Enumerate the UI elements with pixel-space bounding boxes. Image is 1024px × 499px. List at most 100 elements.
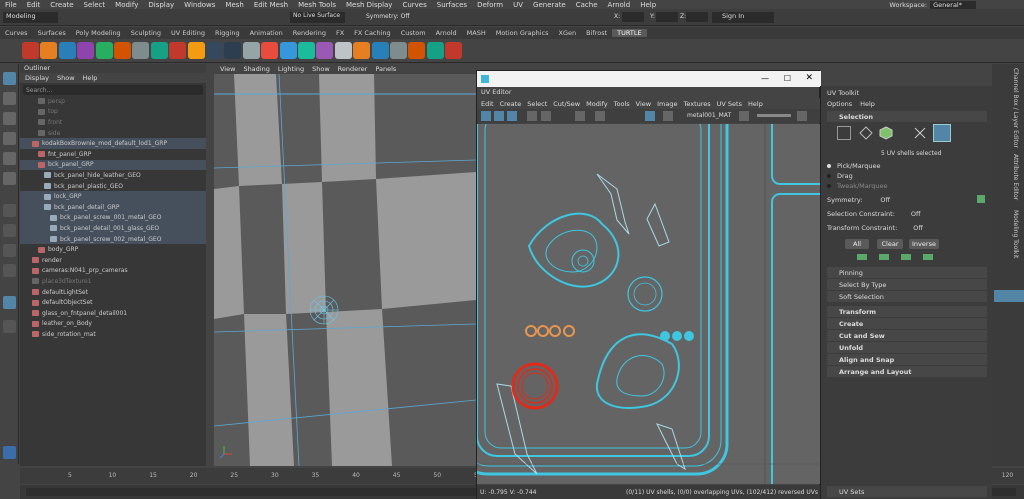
uv-toolkit-menu-help[interactable]: Help [860,100,875,108]
shelf-tool-icon[interactable] [40,42,58,59]
channel-box-tab[interactable]: Channel Box / Layer Editor [1012,68,1019,148]
uv-menu-image[interactable]: Image [657,100,677,108]
shelf-tab-bifrost[interactable]: Bifrost [581,29,612,37]
selection-header[interactable]: Selection [827,111,987,122]
lasso-tool-icon[interactable] [3,92,16,105]
layout-outliner-icon[interactable] [3,264,16,277]
toggle-filtered-icon[interactable] [739,111,749,121]
cut-and-sew-section[interactable]: Cut and Sew [827,330,987,341]
menu-cache[interactable]: Cache [571,1,603,9]
shelf-tab-arnold[interactable]: Arnold [431,29,462,37]
uv-menu-tools[interactable]: Tools [614,100,630,108]
select-all-button[interactable]: All [845,239,869,249]
layout-uv-icon[interactable] [3,296,16,309]
mode-tweak-marquee[interactable]: Tweak/Marquee [827,182,888,190]
create-section[interactable]: Create [827,318,987,329]
shelf-tab-custom[interactable]: Custom [396,29,431,37]
outliner-row[interactable]: defaultObjectSet [20,297,206,308]
align-and-snap-section[interactable]: Align and Snap [827,354,987,365]
paint-select-icon[interactable] [3,112,16,125]
outliner-row[interactable]: defaultLightSet [20,287,206,298]
minimize-icon[interactable]: — [761,74,769,83]
viewport-menu-show[interactable]: Show [312,65,330,73]
z-field[interactable] [686,12,708,22]
shrink-selection-icon[interactable] [879,254,889,260]
menu-windows[interactable]: Windows [179,1,220,9]
modeling-toolkit-tab[interactable]: Modeling Toolkit [1012,210,1019,258]
select-face-icon[interactable] [879,126,893,140]
shelf-tab-motion-graphics[interactable]: Motion Graphics [491,29,554,37]
outliner-row[interactable]: bck_panel_GRP [20,159,206,171]
shelf-tab-sculpting[interactable]: Sculpting [126,29,166,37]
menu-create[interactable]: Create [45,1,78,9]
outliner-row[interactable]: bck_panel_detail_GRP [20,202,206,213]
distortion-toggle-icon[interactable] [541,111,551,121]
arrange-and-layout-section[interactable]: Arrange and Layout [827,366,987,377]
shelf-tab-rendering[interactable]: Rendering [288,29,331,37]
checker-toggle-icon[interactable] [507,111,517,121]
close-icon[interactable]: ✕ [805,73,813,83]
shelf-tool-icon[interactable] [371,42,389,59]
outliner-row[interactable]: front [20,117,206,128]
grow-selection-icon[interactable] [857,254,867,260]
mode-pick-marquee[interactable]: Pick/Marquee [827,162,881,170]
shelf-tool-icon[interactable] [224,42,242,59]
toolbar-more-icon[interactable] [797,111,807,121]
menu-edit-mesh[interactable]: Edit Mesh [249,1,293,9]
outliner-row[interactable]: leather_on_Body [20,319,206,330]
shelf-tab-surfaces[interactable]: Surfaces [33,29,71,37]
uv-menu-edit[interactable]: Edit [481,100,494,108]
exposure-icon[interactable] [575,111,585,121]
uv-toolkit-menu-options[interactable]: Options [827,100,852,108]
grid-toggle-icon[interactable] [481,111,491,121]
shelf-tab-turtle[interactable]: TURTLE [612,29,647,37]
menu-modify[interactable]: Modify [110,1,143,9]
clear-selection-button[interactable]: Clear [877,239,903,249]
outliner-row[interactable]: bck_panel_detail_001_glass_GEO [20,223,206,234]
shelf-tool-icon[interactable] [445,42,463,59]
uv-menu-cut-sew[interactable]: Cut/Sew [553,100,580,108]
menu-display[interactable]: Display [143,1,179,9]
outliner-row[interactable]: render [20,255,206,266]
uv-sets-section[interactable]: UV Sets [827,486,987,497]
shelf-tool-icon[interactable] [298,42,315,59]
uv-menu-create[interactable]: Create [500,100,522,108]
material-dropdown[interactable]: metal001_MAT [687,112,731,119]
layout-four-icon[interactable] [3,224,16,237]
workspace-value[interactable]: General* [930,0,976,9]
uv-menu-modify[interactable]: Modify [586,100,608,108]
shelf-tool-icon[interactable] [334,42,352,59]
shelf-tool-icon[interactable] [132,42,150,59]
shelf-tool-icon[interactable] [426,42,444,59]
select-shell-icon[interactable] [933,124,951,142]
texture-list-icon[interactable] [663,111,673,121]
outliner-row[interactable]: side [20,128,206,139]
shelf-tool-icon[interactable] [206,42,223,59]
menu-help[interactable]: Help [635,1,661,9]
outliner-menu-display[interactable]: Display [25,74,49,82]
outliner-row[interactable]: fnt_panel_GRP [20,149,206,160]
outliner-row[interactable]: cameras:N041_prp_cameras [20,266,206,277]
outliner-row[interactable]: top [20,107,206,118]
shelf-tab-fx-caching[interactable]: FX Caching [349,29,396,37]
selection-constraint-value[interactable]: Off [911,210,921,218]
select-tool-icon[interactable] [3,72,16,85]
mode-drag[interactable]: Drag [827,172,853,180]
select-border-icon[interactable] [901,254,911,260]
viewport-menu-renderer[interactable]: Renderer [338,65,368,73]
y-field[interactable] [656,12,678,22]
select-edge-icon[interactable] [859,126,873,140]
outliner-row[interactable]: bck_panel_plastic_GEO [20,181,206,192]
soft-selection-section[interactable]: Soft Selection [827,291,987,302]
shelf-tab-xgen[interactable]: XGen [554,29,582,37]
opacity-slider[interactable] [757,114,791,117]
shelf-tool-icon[interactable] [279,42,297,59]
viewport-menu-view[interactable]: View [220,65,235,73]
shelf-tab-uv-editing[interactable]: UV Editing [166,29,210,37]
menu-curves[interactable]: Curves [397,1,431,9]
transform-section[interactable]: Transform [827,306,987,317]
pinning-section[interactable]: Pinning [827,267,987,278]
zoom-icon[interactable] [3,320,16,333]
workspace-selector[interactable]: Workspace: General* [889,0,976,9]
menu-select[interactable]: Select [79,1,111,9]
